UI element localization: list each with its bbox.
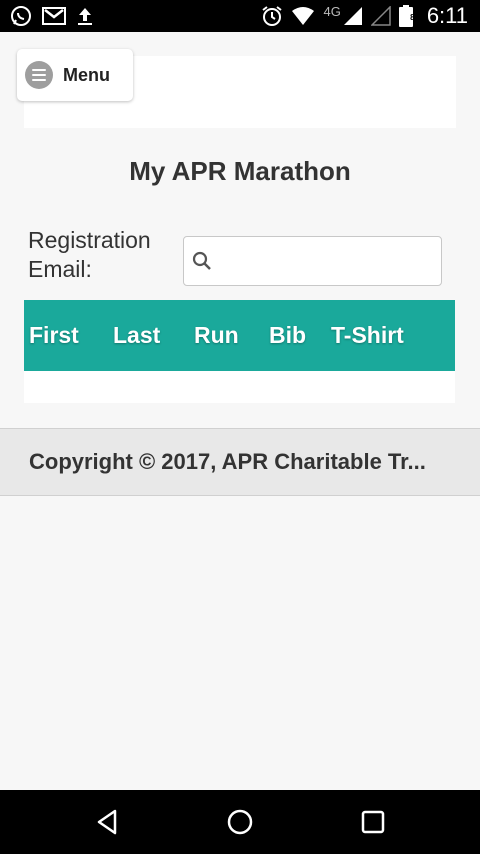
back-icon[interactable] bbox=[93, 808, 121, 836]
search-icon bbox=[192, 251, 212, 271]
clock: 6:11 bbox=[426, 3, 468, 28]
wifi-icon bbox=[291, 6, 315, 26]
table-header: First Last Run Bib T-Shirt bbox=[24, 300, 455, 371]
signal-empty-icon bbox=[370, 6, 391, 26]
registration-email-label: Registration Email: bbox=[28, 226, 178, 284]
status-left bbox=[10, 5, 94, 27]
email-input[interactable] bbox=[218, 237, 450, 285]
column-header-tshirt[interactable]: T-Shirt bbox=[331, 322, 404, 349]
status-right: 4G 86 6:11 bbox=[261, 3, 468, 29]
email-search-field[interactable] bbox=[183, 236, 450, 286]
status-bar: 4G 86 6:11 bbox=[0, 0, 480, 32]
whatsapp-icon bbox=[10, 5, 32, 27]
footer: Copyright © 2017, APR Charitable Tr... bbox=[0, 428, 480, 496]
column-header-run[interactable]: Run bbox=[194, 322, 239, 349]
navigation-bar bbox=[0, 790, 480, 854]
column-header-last[interactable]: Last bbox=[113, 322, 160, 349]
alarm-icon bbox=[261, 5, 283, 27]
recents-icon[interactable] bbox=[359, 808, 387, 836]
registration-label-line2: Email: bbox=[28, 256, 92, 282]
table-body bbox=[24, 371, 455, 403]
hamburger-icon bbox=[25, 61, 53, 89]
column-header-bib[interactable]: Bib bbox=[269, 322, 306, 349]
network-type-label: 4G bbox=[323, 3, 341, 19]
menu-label: Menu bbox=[63, 64, 110, 85]
menu-button[interactable]: Menu bbox=[17, 49, 133, 101]
page-title: My APR Marathon bbox=[129, 156, 351, 186]
upload-icon bbox=[76, 6, 94, 26]
column-header-first[interactable]: First bbox=[29, 322, 79, 349]
copyright-text: Copyright © 2017, APR Charitable Tr... bbox=[29, 449, 426, 474]
battery-level: 86 bbox=[410, 13, 419, 22]
signal-icon bbox=[343, 6, 363, 26]
home-icon[interactable] bbox=[226, 808, 254, 836]
gmail-icon bbox=[42, 6, 66, 26]
registration-label-line1: Registration bbox=[28, 227, 151, 253]
